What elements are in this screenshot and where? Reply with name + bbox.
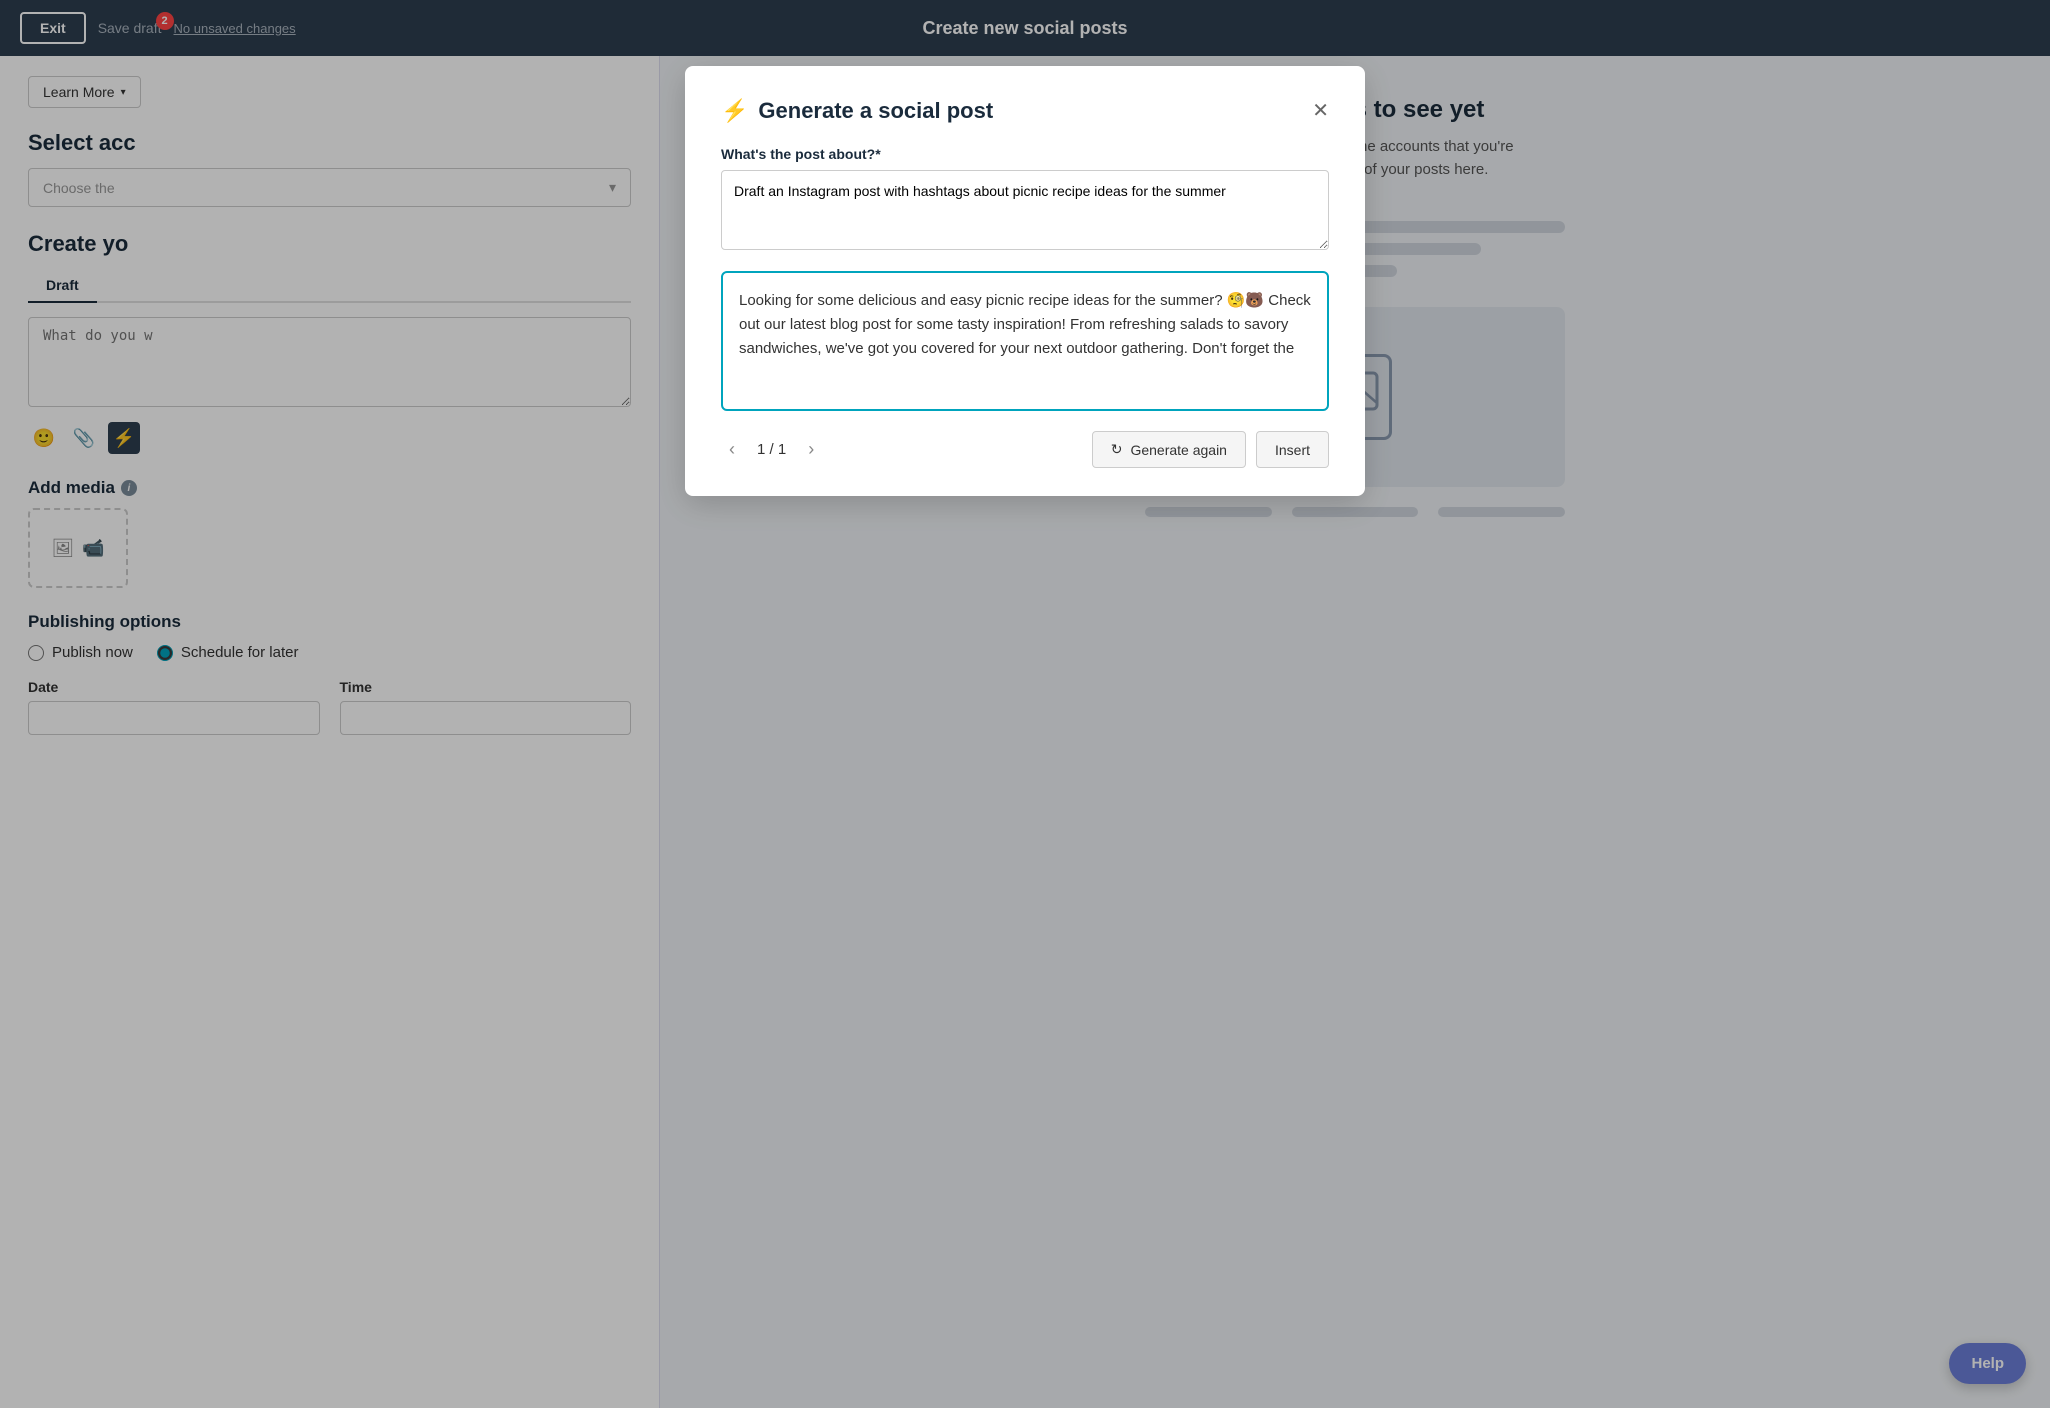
prompt-textarea[interactable]: Draft an Instagram post with hashtags ab… [721,170,1329,250]
modal-header: ⚡ Generate a social post ✕ [721,98,1329,124]
next-page-button[interactable]: › [800,435,822,464]
modal-overlay: ⚡ Generate a social post ✕ What's the po… [0,0,2050,1408]
generated-text-box: Looking for some delicious and easy picn… [721,271,1329,411]
bolt-icon: ⚡ [721,98,748,124]
modal-actions: ↻ Generate again Insert [1092,431,1329,468]
prev-page-button[interactable]: ‹ [721,435,743,464]
insert-button[interactable]: Insert [1256,431,1329,468]
modal-footer: ‹ 1 / 1 › ↻ Generate again Insert [721,431,1329,468]
modal-title: ⚡ Generate a social post [721,98,993,124]
modal-close-button[interactable]: ✕ [1312,101,1329,121]
refresh-icon: ↻ [1111,441,1123,458]
generate-again-button[interactable]: ↻ Generate again [1092,431,1246,468]
generate-social-post-modal: ⚡ Generate a social post ✕ What's the po… [685,66,1365,496]
pagination: ‹ 1 / 1 › [721,435,822,464]
page-count: 1 / 1 [757,441,786,458]
prompt-label: What's the post about?* [721,146,1329,162]
